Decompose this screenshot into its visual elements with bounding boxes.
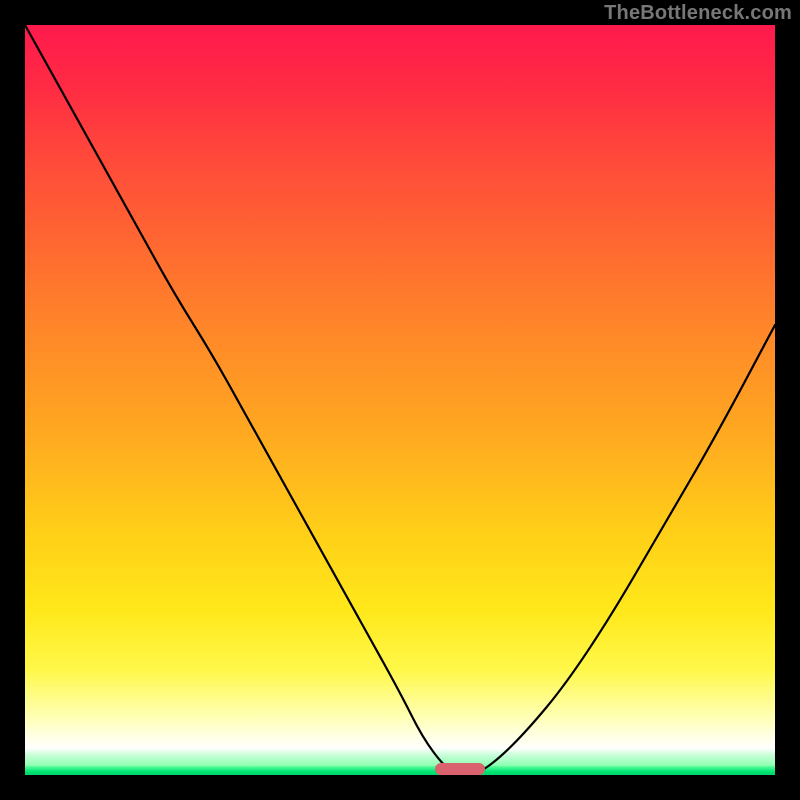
watermark-text: TheBottleneck.com xyxy=(604,2,792,25)
optimal-marker xyxy=(435,763,485,775)
chart-frame: TheBottleneck.com xyxy=(0,0,800,800)
plot-area xyxy=(25,25,775,775)
curve-path xyxy=(25,25,775,775)
bottleneck-curve xyxy=(25,25,775,775)
